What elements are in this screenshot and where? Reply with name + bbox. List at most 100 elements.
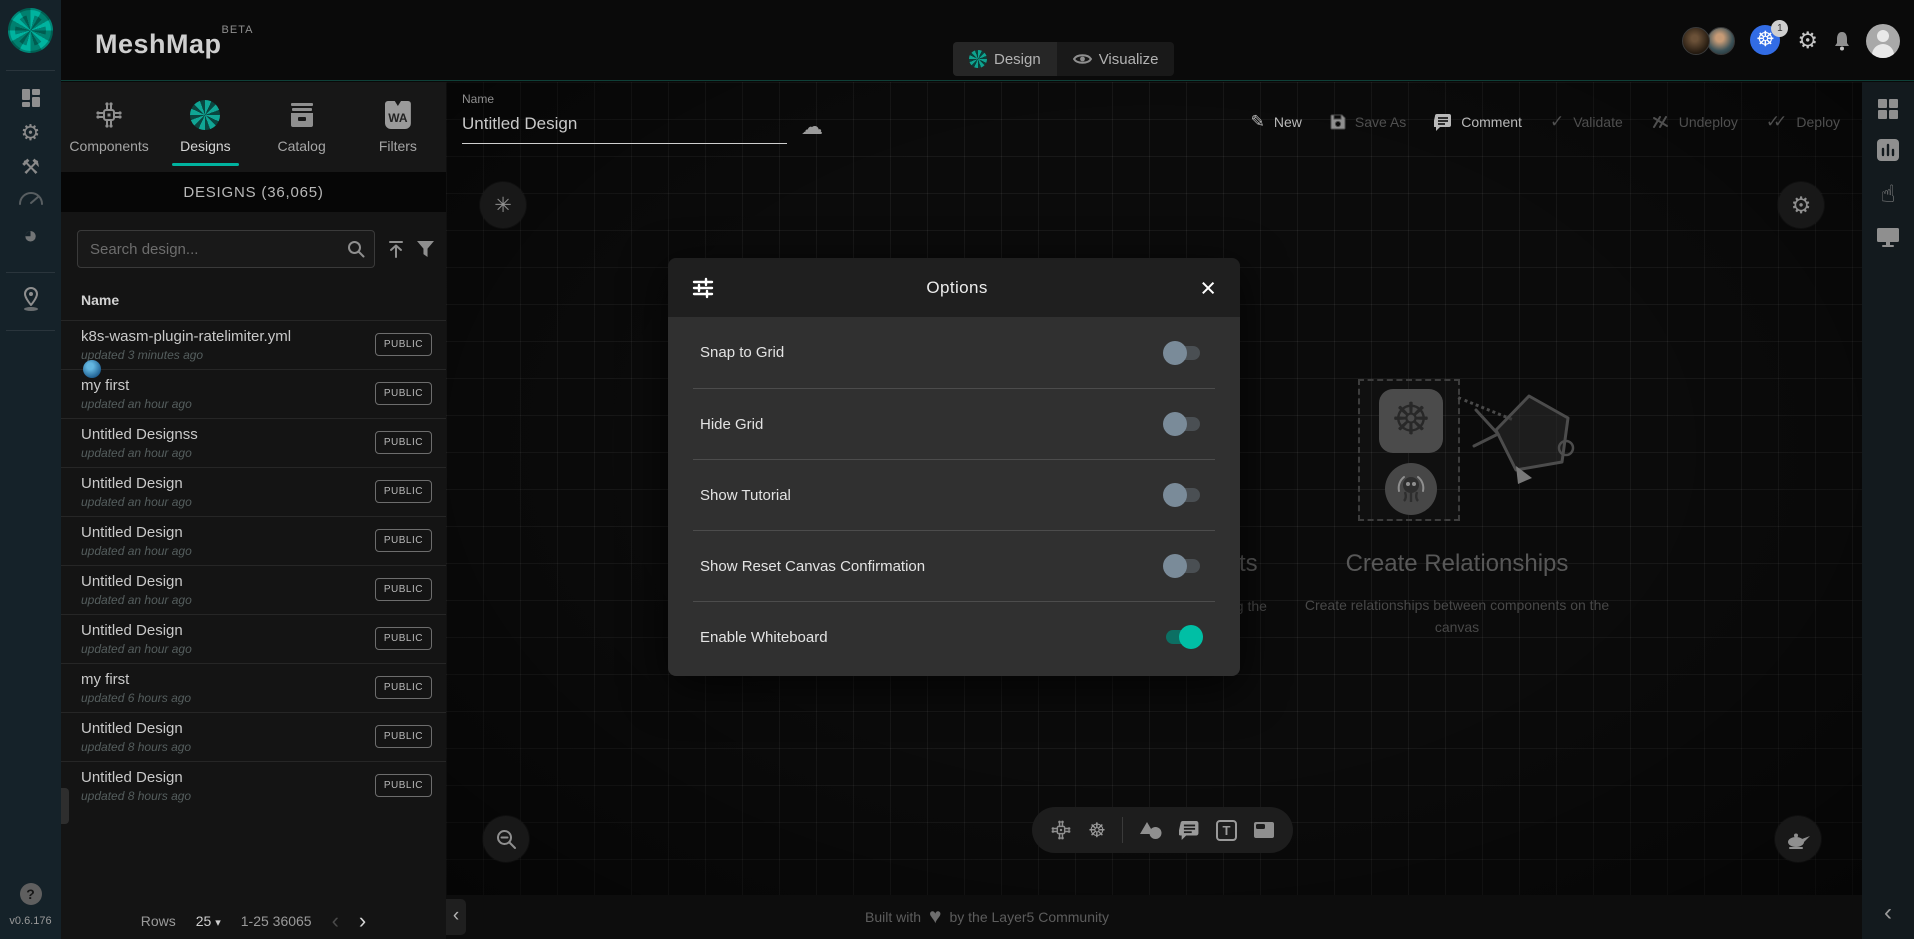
right-panel-collapse-chevron[interactable]: ‹ bbox=[1884, 899, 1892, 927]
media-tool-icon[interactable] bbox=[1253, 821, 1275, 839]
comment-tool-icon[interactable] bbox=[1179, 821, 1200, 840]
brand-title: MeshMapBETA bbox=[95, 24, 253, 60]
beta-tag: BETA bbox=[222, 24, 254, 36]
onboarding-title: Create Relationships bbox=[1252, 550, 1662, 578]
design-list-item[interactable]: Untitled Design updated an hour ago PUBL… bbox=[61, 565, 446, 614]
genie-lamp-icon bbox=[1785, 829, 1811, 849]
option-row-show-tutorial: Show Tutorial bbox=[693, 459, 1215, 530]
dashboard-icon[interactable] bbox=[0, 88, 61, 108]
canvas-settings-gear-button[interactable]: ⚙ bbox=[1778, 182, 1824, 228]
components-tool-icon[interactable] bbox=[1050, 819, 1072, 841]
tab-design[interactable]: Design bbox=[953, 42, 1057, 76]
next-page-button[interactable]: › bbox=[359, 914, 366, 928]
design-list-item[interactable]: Untitled Design updated an hour ago PUBL… bbox=[61, 467, 446, 516]
mode-toggle: Design Visualize bbox=[953, 42, 1174, 76]
pagination: Rows 25 ▾ 1-25 36065 ‹ › bbox=[61, 913, 446, 929]
kubernetes-tool-icon[interactable]: ☸ bbox=[1088, 818, 1106, 843]
hide-grid-toggle[interactable] bbox=[1166, 417, 1200, 431]
design-name-input[interactable]: Untitled Design bbox=[462, 106, 787, 144]
configuration-tools-icon[interactable]: ⚒ bbox=[0, 155, 61, 180]
column-header-name: Name bbox=[81, 292, 119, 308]
options-modal: Options × Snap to Grid Hide Grid Show Tu… bbox=[668, 258, 1240, 676]
user-avatar[interactable] bbox=[1866, 24, 1900, 58]
eye-icon bbox=[1073, 53, 1092, 65]
validate-button[interactable]: ✓ Validate bbox=[1550, 112, 1623, 132]
zoom-out-button[interactable] bbox=[483, 816, 529, 862]
footer-bar: ‹ Built with ♥ by the Layer5 Community bbox=[446, 895, 1862, 939]
pentagon-shape bbox=[1454, 382, 1584, 502]
display-monitor-icon[interactable] bbox=[1876, 227, 1900, 248]
save-as-button[interactable]: Save As bbox=[1330, 114, 1406, 130]
option-row-snap-to-grid: Snap to Grid bbox=[668, 317, 1240, 388]
upload-design-icon[interactable] bbox=[387, 240, 405, 259]
location-pin-icon[interactable] bbox=[0, 285, 61, 315]
design-name-field: Name Untitled Design bbox=[462, 92, 787, 144]
undeploy-button[interactable]: Undeploy bbox=[1651, 114, 1738, 130]
prev-page-button[interactable]: ‹ bbox=[332, 914, 339, 928]
interaction-hand-icon[interactable]: ☝ bbox=[1881, 180, 1896, 209]
tab-filters[interactable]: WA Filters bbox=[350, 82, 446, 172]
design-list-item[interactable]: k8s-wasm-plugin-ratelimiter.yml updated … bbox=[61, 320, 446, 369]
snap-to-grid-toggle[interactable] bbox=[1166, 346, 1200, 360]
close-icon[interactable]: × bbox=[1200, 276, 1216, 300]
help-button[interactable]: ? bbox=[0, 883, 61, 905]
chart-panel-icon[interactable] bbox=[1876, 138, 1900, 162]
performance-gauge-icon[interactable] bbox=[0, 190, 61, 206]
reset-canvas-confirmation-toggle[interactable] bbox=[1166, 559, 1200, 573]
shapes-tool-icon[interactable] bbox=[1139, 821, 1163, 840]
visibility-badge: PUBLIC bbox=[375, 578, 432, 601]
layouts-grid-icon[interactable] bbox=[1877, 98, 1899, 120]
divider bbox=[6, 70, 55, 71]
option-row-enable-whiteboard: Enable Whiteboard bbox=[693, 601, 1215, 672]
rows-per-page-select[interactable]: 25 ▾ bbox=[196, 913, 221, 929]
show-tutorial-toggle[interactable] bbox=[1166, 488, 1200, 502]
clipped-card-text: ts bbox=[1239, 550, 1258, 578]
pagination-range: 1-25 36065 bbox=[241, 913, 312, 929]
kubernetes-context-button[interactable]: ☸ 1 bbox=[1750, 25, 1782, 57]
design-list-item[interactable]: my first updated 6 hours ago PUBLIC bbox=[61, 663, 446, 712]
collaborator-avatar-1[interactable] bbox=[1682, 27, 1710, 55]
right-nav-strip: ☝ ‹ bbox=[1862, 82, 1914, 939]
divider bbox=[6, 272, 55, 273]
collaborator-avatar-2[interactable] bbox=[1707, 27, 1735, 55]
search-input[interactable] bbox=[77, 230, 375, 268]
visibility-badge: PUBLIC bbox=[375, 725, 432, 748]
tab-visualize[interactable]: Visualize bbox=[1057, 42, 1175, 76]
design-list-item[interactable]: Untitled Design updated 8 hours ago PUBL… bbox=[61, 712, 446, 761]
design-list-item[interactable]: Untitled Design updated 8 hours ago PUBL… bbox=[61, 761, 446, 810]
catalog-archive-icon bbox=[288, 100, 316, 130]
tab-catalog[interactable]: Catalog bbox=[254, 82, 350, 172]
tab-components[interactable]: Components bbox=[61, 82, 157, 172]
tab-designs[interactable]: Designs bbox=[157, 82, 253, 172]
visibility-badge: PUBLIC bbox=[375, 627, 432, 650]
caret-down-icon: ▾ bbox=[215, 917, 221, 929]
extensions-pie-icon[interactable]: ◕ bbox=[0, 222, 61, 250]
name-label: Name bbox=[462, 92, 787, 106]
context-count-badge: 1 bbox=[1771, 20, 1788, 37]
settings-gear-icon[interactable]: ⚙ bbox=[1797, 27, 1818, 54]
notifications-bell-icon[interactable] bbox=[1833, 31, 1851, 51]
designs-spiral-icon bbox=[190, 100, 220, 130]
components-circuit-icon bbox=[94, 100, 124, 130]
visibility-badge: PUBLIC bbox=[375, 382, 432, 405]
enable-whiteboard-toggle[interactable] bbox=[1166, 630, 1200, 644]
lifecycle-gears-icon[interactable]: ⚙ bbox=[0, 120, 61, 146]
deploy-button[interactable]: ✓✓ Deploy bbox=[1766, 112, 1840, 132]
new-button[interactable]: ✎ New bbox=[1251, 112, 1302, 132]
design-list-item[interactable]: my first updated an hour ago PUBLIC bbox=[61, 369, 446, 418]
footer-collapse-chevron[interactable]: ‹ bbox=[446, 899, 466, 935]
filter-funnel-icon[interactable] bbox=[417, 241, 434, 257]
check-icon: ✓ bbox=[1550, 112, 1564, 132]
squid-icon bbox=[1394, 471, 1428, 507]
text-tool-icon[interactable]: T bbox=[1216, 820, 1237, 841]
tune-sliders-icon bbox=[692, 277, 714, 299]
lamp-button[interactable] bbox=[1775, 816, 1821, 862]
comment-button[interactable]: Comment bbox=[1434, 114, 1522, 131]
design-list-item[interactable]: Untitled Design updated an hour ago PUBL… bbox=[61, 614, 446, 663]
helm-wheel-button[interactable]: ✳ bbox=[480, 182, 526, 228]
design-list-item[interactable]: Untitled Designss updated an hour ago PU… bbox=[61, 418, 446, 467]
canvas-tools-toolbar: ☸ T bbox=[1032, 807, 1293, 853]
wasm-filters-icon: WA bbox=[385, 100, 411, 130]
design-list-item[interactable]: Untitled Design updated an hour ago PUBL… bbox=[61, 516, 446, 565]
layer5-logo[interactable] bbox=[8, 8, 53, 53]
